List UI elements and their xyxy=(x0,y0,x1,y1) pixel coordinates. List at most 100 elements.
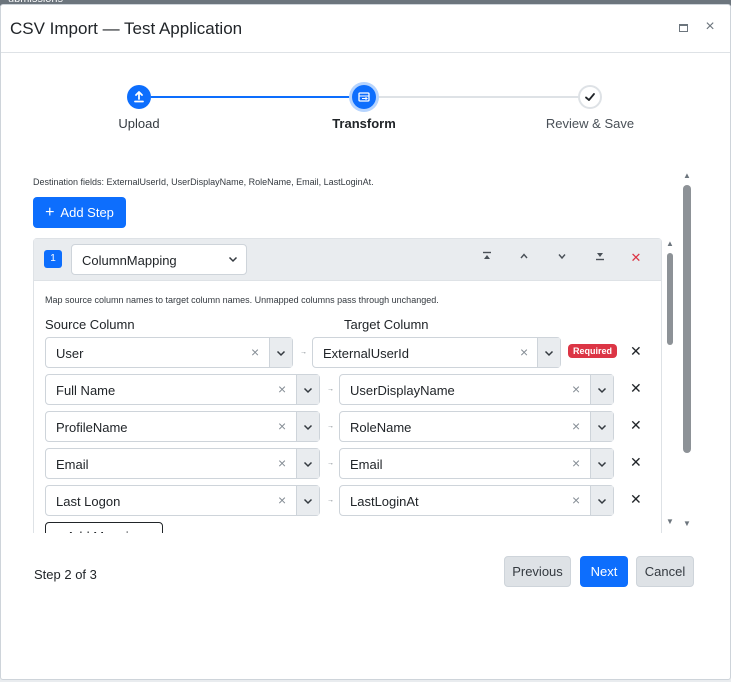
stepper-line-complete xyxy=(151,96,351,98)
stepper-line-pending xyxy=(377,96,579,98)
step-type-select[interactable]: ColumnMapping xyxy=(71,244,247,275)
chevron-down-icon[interactable] xyxy=(296,412,319,441)
chevron-down-icon[interactable] xyxy=(590,486,613,515)
clear-icon[interactable]: × xyxy=(278,455,286,471)
chevron-down-icon[interactable] xyxy=(537,338,560,367)
step-card-header: 1 ColumnMapping ✕ xyxy=(34,239,661,281)
add-step-button[interactable]: + Add Step xyxy=(33,197,126,228)
step-review-circle xyxy=(578,85,602,109)
maximize-icon[interactable] xyxy=(673,17,693,37)
target-column-combobox[interactable]: LastLoginAt × xyxy=(339,485,614,516)
content-scrollbar-thumb[interactable] xyxy=(683,185,691,453)
mapping-row: ProfileName × → RoleName × ✕ xyxy=(34,411,663,442)
step-review-label: Review & Save xyxy=(545,116,635,131)
target-column-value: LastLoginAt xyxy=(350,494,419,509)
target-column-combobox[interactable]: RoleName × xyxy=(339,411,614,442)
source-column-value: ProfileName xyxy=(56,420,128,435)
source-column-combobox[interactable]: User × xyxy=(45,337,293,368)
source-column-combobox[interactable]: Email × xyxy=(45,448,320,479)
mapping-row: Full Name × → UserDisplayName × ✕ xyxy=(34,374,663,405)
chevron-down-icon[interactable] xyxy=(296,486,319,515)
clear-icon[interactable]: × xyxy=(572,455,580,471)
arrow-right-icon: → xyxy=(327,386,334,393)
move-down-icon[interactable] xyxy=(555,251,569,264)
scroll-up-icon[interactable]: ▲ xyxy=(683,171,691,180)
step-type-value: ColumnMapping xyxy=(82,253,177,268)
step-upload-circle xyxy=(127,85,151,109)
clear-icon[interactable]: × xyxy=(572,492,580,508)
check-icon xyxy=(585,93,595,101)
remove-mapping-icon[interactable]: ✕ xyxy=(630,343,642,360)
required-badge: Required xyxy=(568,344,618,358)
add-step-label: Add Step xyxy=(60,205,114,220)
source-column-value: Email xyxy=(56,457,89,472)
card-scrollbar[interactable]: ▲ ▼ xyxy=(665,239,675,529)
target-column-header: Target Column xyxy=(344,317,429,332)
scroll-up-icon[interactable]: ▲ xyxy=(666,239,674,248)
source-column-header: Source Column xyxy=(45,317,135,332)
close-icon[interactable]: × xyxy=(700,17,720,37)
arrow-right-icon: → xyxy=(300,349,307,356)
source-column-combobox[interactable]: Last Logon × xyxy=(45,485,320,516)
target-column-combobox[interactable]: Email × xyxy=(339,448,614,479)
add-mapping-button[interactable]: + Add Mapping xyxy=(45,522,163,533)
remove-mapping-icon[interactable]: ✕ xyxy=(630,491,642,508)
chevron-down-icon[interactable] xyxy=(296,449,319,478)
arrow-right-icon: → xyxy=(327,460,334,467)
chevron-down-icon[interactable] xyxy=(590,412,613,441)
clear-icon[interactable]: × xyxy=(251,344,259,360)
remove-mapping-icon[interactable]: ✕ xyxy=(630,380,642,397)
chevron-down-icon[interactable] xyxy=(269,338,292,367)
source-column-value: User xyxy=(56,346,84,361)
clear-icon[interactable]: × xyxy=(520,344,528,360)
remove-step-icon[interactable]: ✕ xyxy=(629,250,643,266)
transform-icon xyxy=(358,92,370,102)
source-column-combobox[interactable]: ProfileName × xyxy=(45,411,320,442)
chevron-down-icon xyxy=(228,254,238,267)
target-column-value: UserDisplayName xyxy=(350,383,455,398)
chevron-down-icon[interactable] xyxy=(590,449,613,478)
next-button[interactable]: Next xyxy=(580,556,628,587)
content-scrollbar[interactable]: ▲ ▼ xyxy=(681,171,693,531)
upload-icon xyxy=(134,91,144,103)
csv-import-dialog: CSV Import — Test Application × Upload T… xyxy=(0,4,731,680)
clear-icon[interactable]: × xyxy=(572,418,580,434)
source-column-value: Last Logon xyxy=(56,494,121,509)
source-column-value: Full Name xyxy=(56,383,116,398)
target-column-value: Email xyxy=(350,457,383,472)
remove-mapping-icon[interactable]: ✕ xyxy=(630,454,642,471)
scroll-down-icon[interactable]: ▼ xyxy=(666,517,674,526)
clear-icon[interactable]: × xyxy=(278,381,286,397)
source-column-combobox[interactable]: Full Name × xyxy=(45,374,320,405)
move-up-icon[interactable] xyxy=(517,251,531,264)
mapping-row: User × → ExternalUserId × Required ✕ xyxy=(34,337,663,368)
arrow-right-icon: → xyxy=(327,497,334,504)
mapping-row: Email × → Email × ✕ xyxy=(34,448,663,479)
target-column-value: ExternalUserId xyxy=(323,346,409,361)
step-upload-label: Upload xyxy=(118,116,160,131)
cancel-button[interactable]: Cancel xyxy=(636,556,694,587)
plus-icon: + xyxy=(45,203,55,221)
destination-fields-text: Destination fields: ExternalUserId, User… xyxy=(33,177,374,187)
move-to-bottom-icon[interactable] xyxy=(593,251,607,264)
target-column-combobox[interactable]: UserDisplayName × xyxy=(339,374,614,405)
step-transform-label: Transform xyxy=(332,116,396,131)
chevron-down-icon[interactable] xyxy=(296,375,319,404)
clear-icon[interactable]: × xyxy=(278,418,286,434)
arrow-right-icon: → xyxy=(327,423,334,430)
scroll-down-icon[interactable]: ▼ xyxy=(683,519,691,528)
clear-icon[interactable]: × xyxy=(572,381,580,397)
card-scrollbar-thumb[interactable] xyxy=(667,253,673,345)
step-card: 1 ColumnMapping ✕ Map source column name… xyxy=(33,238,662,533)
move-to-top-icon[interactable] xyxy=(480,251,494,264)
dialog-title: CSV Import — Test Application xyxy=(10,19,243,38)
remove-mapping-icon[interactable]: ✕ xyxy=(630,417,642,434)
target-column-value: RoleName xyxy=(350,420,412,435)
chevron-down-icon[interactable] xyxy=(590,375,613,404)
step-hint-text: Map source column names to target column… xyxy=(45,295,439,305)
step-transform-circle xyxy=(352,85,376,109)
clear-icon[interactable]: × xyxy=(278,492,286,508)
previous-button[interactable]: Previous xyxy=(504,556,571,587)
target-column-combobox[interactable]: ExternalUserId × xyxy=(312,337,561,368)
mapping-row: Last Logon × → LastLoginAt × ✕ xyxy=(34,485,663,516)
